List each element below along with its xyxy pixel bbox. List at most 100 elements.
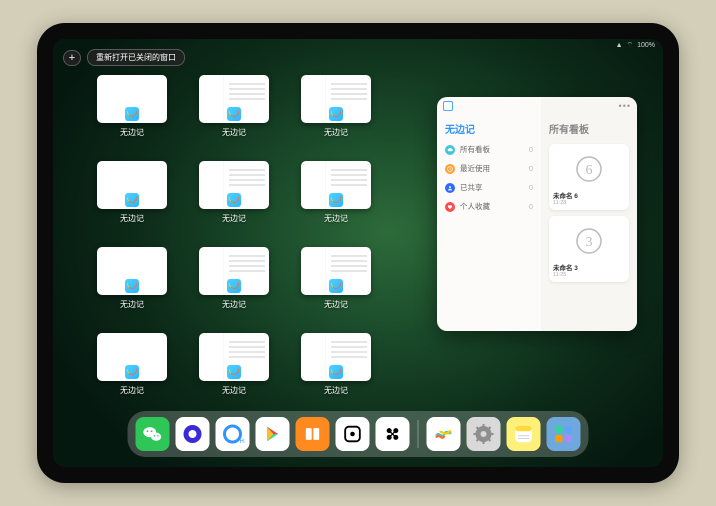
window-thumbnail[interactable]: 无边记 <box>291 333 381 409</box>
thumbnail <box>301 75 371 123</box>
sidebar-item-count: 0 <box>529 164 533 173</box>
board-card[interactable]: 3 未命名 311:25 <box>549 216 629 282</box>
window-label: 无边记 <box>120 299 144 310</box>
dock-separator <box>418 420 419 448</box>
cloud-icon <box>445 145 455 155</box>
window-label: 无边记 <box>222 213 246 224</box>
window-label: 无边记 <box>324 213 348 224</box>
new-window-button[interactable]: + <box>63 50 81 66</box>
freeform-app-icon <box>329 193 343 207</box>
dock-app-freeform[interactable] <box>427 417 461 451</box>
board-preview: 6 <box>553 148 625 190</box>
board-time: 11:28 <box>553 200 625 206</box>
svg-text:6: 6 <box>586 163 593 178</box>
freeform-app-icon <box>329 365 343 379</box>
window-thumbnail[interactable]: 无边记 <box>189 161 279 237</box>
signal-icon: ▲ <box>616 42 623 49</box>
board-card[interactable]: 6未命名 611:28 <box>549 144 629 210</box>
freeform-panel[interactable]: ••• 无边记 所有看板0最近使用0已共享0个人收藏0 所有看板 6未命名 61… <box>437 97 637 331</box>
thumbnail <box>199 161 269 209</box>
freeform-app-icon <box>329 279 343 293</box>
freeform-app-icon <box>227 107 241 121</box>
thumbnail <box>97 75 167 123</box>
dock-app-library[interactable] <box>547 417 581 451</box>
window-thumbnail[interactable]: 无边记 <box>291 75 381 151</box>
dock-app-notes[interactable] <box>507 417 541 451</box>
window-thumbnail[interactable]: 无边记 <box>87 161 177 237</box>
reopen-closed-window-button[interactable]: 重新打开已关闭的窗口 <box>87 49 185 66</box>
dock-app-play[interactable] <box>256 417 290 451</box>
thumbnail <box>199 333 269 381</box>
freeform-app-icon <box>329 107 343 121</box>
thumbnail <box>97 247 167 295</box>
window-label: 无边记 <box>324 299 348 310</box>
dock-app-obsidian[interactable] <box>376 417 410 451</box>
more-icon[interactable]: ••• <box>619 101 631 111</box>
window-label: 无边记 <box>222 127 246 138</box>
dock-app-books[interactable] <box>296 417 330 451</box>
panel-header: ••• <box>443 101 631 111</box>
sidebar-item-count: 0 <box>529 183 533 192</box>
window-thumbnail[interactable]: 无边记 <box>189 333 279 409</box>
stage-manager-grid: 无边记无边记无边记无边记无边记无边记无边记无边记无边记无边记无边记无边记 <box>87 75 419 409</box>
window-label: 无边记 <box>324 127 348 138</box>
window-thumbnail[interactable]: 无边记 <box>291 161 381 237</box>
status-bar: ▲ ⌔ 100% <box>616 41 655 50</box>
sidebar-item-person[interactable]: 已共享 0 <box>445 182 533 193</box>
dock-app-quark[interactable] <box>176 417 210 451</box>
sidebar-item-count: 0 <box>529 202 533 211</box>
heart-icon <box>445 202 455 212</box>
window-thumbnail[interactable]: 无边记 <box>87 75 177 151</box>
sidebar-item-clock[interactable]: 最近使用 0 <box>445 163 533 174</box>
sidebar-toggle-icon[interactable] <box>443 101 453 111</box>
board-preview: 3 <box>553 220 625 262</box>
window-label: 无边记 <box>120 385 144 396</box>
dock-app-wechat[interactable] <box>136 417 170 451</box>
topbar: + 重新打开已关闭的窗口 <box>63 49 185 66</box>
board-name: 未命名 3 <box>553 262 625 272</box>
sidebar-item-cloud[interactable]: 所有看板0 <box>445 144 533 155</box>
panel-left-title: 无边记 <box>445 121 533 136</box>
thumbnail <box>199 247 269 295</box>
thumbnail <box>199 75 269 123</box>
freeform-app-icon <box>125 365 139 379</box>
window-label: 无边记 <box>324 385 348 396</box>
thumbnail <box>301 247 371 295</box>
window-thumbnail[interactable]: 无边记 <box>87 333 177 409</box>
window-label: 无边记 <box>222 385 246 396</box>
svg-text:3: 3 <box>586 235 593 250</box>
screen: ▲ ⌔ 100% + 重新打开已关闭的窗口 无边记无边记无边记无边记无边记无边记… <box>53 39 663 467</box>
battery-label: 100% <box>637 42 655 49</box>
sidebar-item-label: 个人收藏 <box>460 201 490 212</box>
sidebar-item-label: 最近使用 <box>460 163 490 174</box>
thumbnail <box>97 161 167 209</box>
dock: HD <box>128 411 589 457</box>
sidebar-item-heart[interactable]: 个人收藏 0 <box>445 201 533 212</box>
panel-sidebar: 无边记 所有看板0 最近使用 0 已共享 0 个人收藏 0 <box>437 97 541 331</box>
svg-text:HD: HD <box>240 439 245 445</box>
dock-app-qqbrowser[interactable]: HD <box>216 417 250 451</box>
dock-app-settings[interactable] <box>467 417 501 451</box>
window-thumbnail[interactable]: 无边记 <box>87 247 177 323</box>
panel-content: 所有看板 6未命名 611:283未命名 311:25 <box>541 97 637 331</box>
board-time: 11:25 <box>553 272 625 278</box>
window-thumbnail[interactable]: 无边记 <box>291 247 381 323</box>
sidebar-item-label: 已共享 <box>460 182 483 193</box>
person-icon <box>445 183 455 193</box>
freeform-app-icon <box>227 365 241 379</box>
wifi-icon: ⌔ <box>627 41 634 50</box>
sidebar-item-label: 所有看板 <box>460 144 490 155</box>
panel-right-title: 所有看板 <box>549 121 629 136</box>
ipad-frame: ▲ ⌔ 100% + 重新打开已关闭的窗口 无边记无边记无边记无边记无边记无边记… <box>37 23 679 483</box>
thumbnail <box>301 333 371 381</box>
freeform-app-icon <box>227 193 241 207</box>
freeform-app-icon <box>125 193 139 207</box>
thumbnail <box>301 161 371 209</box>
window-label: 无边记 <box>120 213 144 224</box>
window-thumbnail[interactable]: 无边记 <box>189 247 279 323</box>
freeform-app-icon <box>125 107 139 121</box>
dock-app-die[interactable] <box>336 417 370 451</box>
window-thumbnail[interactable]: 无边记 <box>189 75 279 151</box>
clock-icon <box>445 164 455 174</box>
freeform-app-icon <box>125 279 139 293</box>
